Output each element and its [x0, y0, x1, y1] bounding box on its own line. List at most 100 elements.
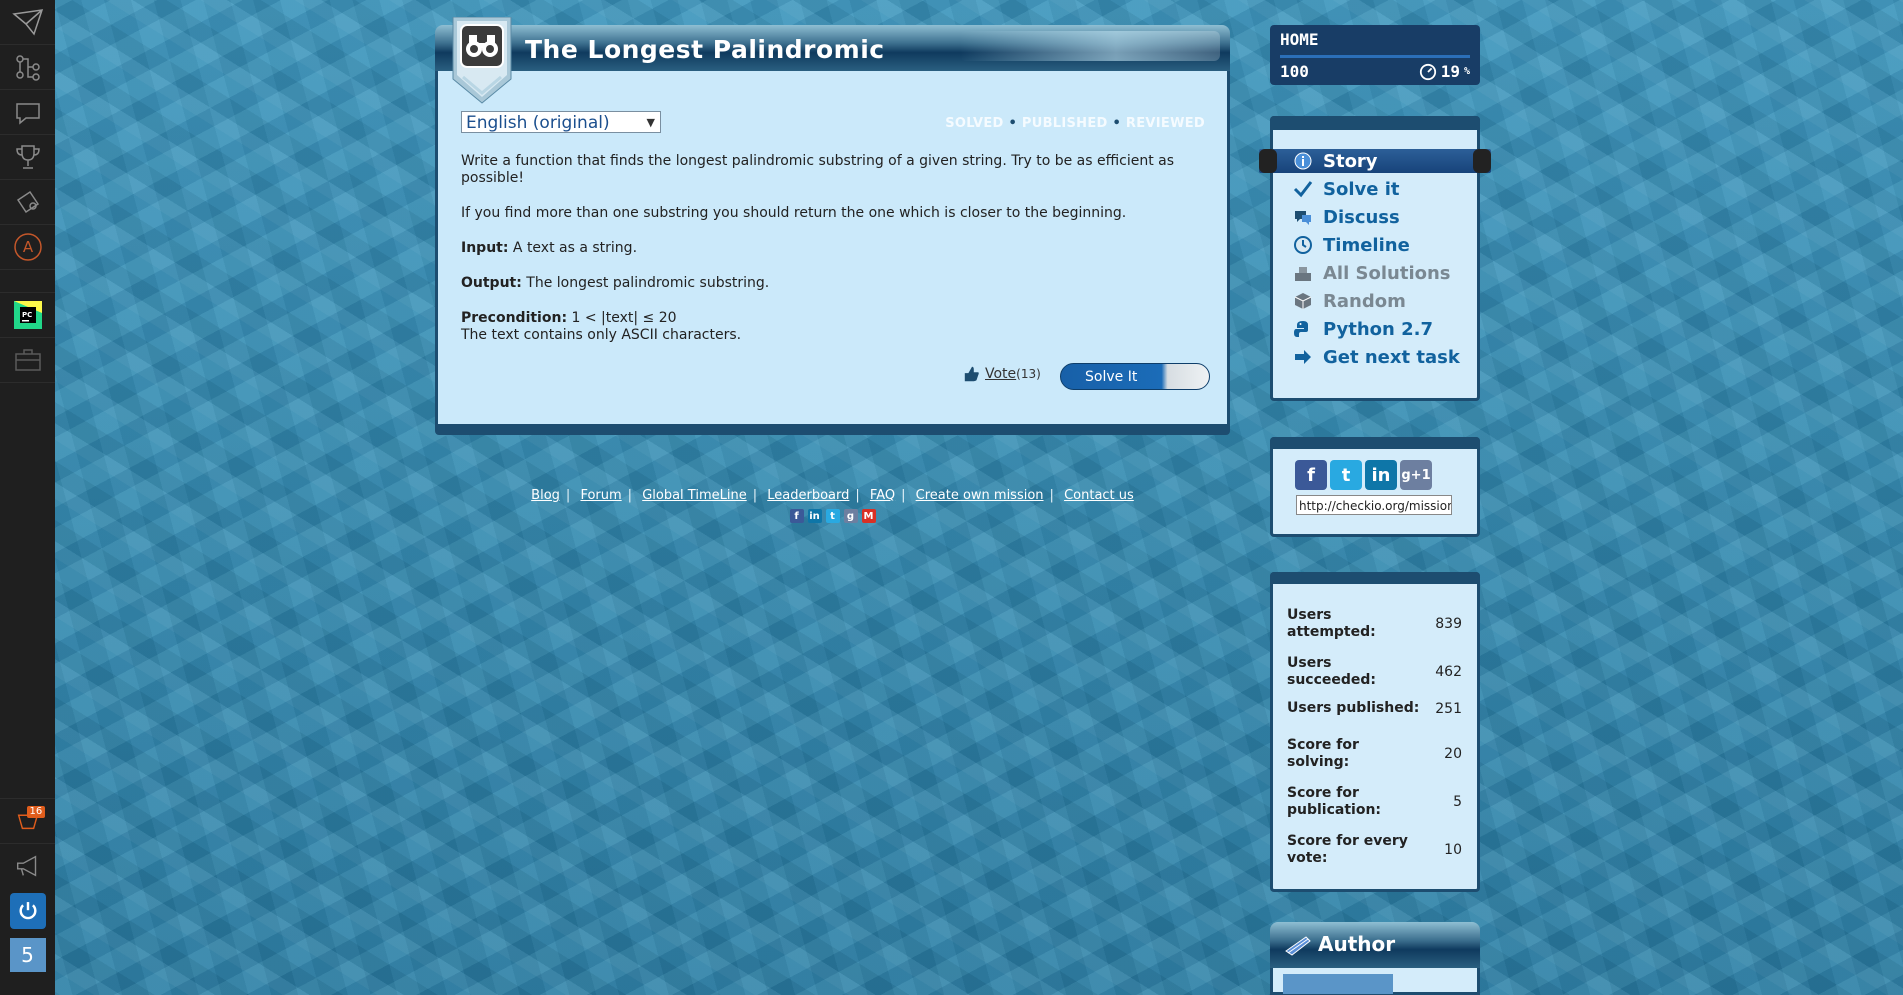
- clock-icon: [1294, 236, 1312, 254]
- footer-link-forum[interactable]: Forum: [580, 488, 621, 503]
- sidebar-item-gamepad[interactable]: [0, 180, 55, 225]
- envelope-logo-icon: [11, 9, 43, 36]
- description-paragraph: Write a function that finds the longest …: [461, 153, 1175, 186]
- sidebar-power-button[interactable]: [0, 890, 55, 932]
- nav-item-python[interactable]: Python 2.7: [1291, 318, 1433, 340]
- mission-nav-panel: Story Solve it Discuss Timeline All Solu…: [1259, 116, 1491, 401]
- stats-panel: Users attempted: 839 Users succeeded: 462 …: [1270, 572, 1480, 892]
- share-twitter-icon[interactable]: t: [1330, 460, 1362, 490]
- status-reviewed: REVIEWED: [1125, 116, 1205, 131]
- sidebar-item-trophy[interactable]: [0, 135, 55, 180]
- counter-value: 5: [9, 938, 46, 972]
- share-buttons: f t in g+1: [1295, 460, 1432, 490]
- mission-content: English (original) ▼ SOLVED • PUBLISHED …: [435, 71, 1230, 427]
- sidebar-spacer: [0, 270, 55, 293]
- pycharm-icon: PC: [13, 301, 42, 329]
- status-published: PUBLISHED: [1021, 116, 1108, 131]
- sidebar-counter[interactable]: 5: [0, 936, 55, 974]
- vote-count: (13): [1016, 367, 1041, 381]
- checkmark-icon: [1293, 181, 1313, 198]
- solve-it-label: Solve It: [1085, 368, 1138, 385]
- nav-item-solve-it[interactable]: Solve it: [1291, 178, 1399, 200]
- mission-panel-bottom: [435, 425, 1230, 435]
- solve-it-button[interactable]: Solve It: [1060, 363, 1210, 390]
- description-paragraph: If you find more than one substring you …: [461, 205, 1127, 221]
- share-panel: f t in g+1 http://checkio.org/mission/: [1270, 437, 1480, 537]
- sidebar-item-notifications[interactable]: 16: [0, 798, 55, 843]
- footer-link-create-mission[interactable]: Create own mission: [916, 488, 1044, 503]
- mission-panel: The Longest Palindromic English (origina…: [435, 17, 1230, 435]
- sidebar-item-briefcase[interactable]: [0, 338, 55, 383]
- mission-status: SOLVED • PUBLISHED • REVIEWED: [945, 116, 1205, 131]
- python-icon: [1294, 321, 1308, 337]
- sidebar-item-chat[interactable]: [0, 90, 55, 135]
- footer-links: Blog | Forum | Global TimeLine | Leaderboar…: [531, 488, 1134, 503]
- footer-link-contact[interactable]: Contact us: [1064, 488, 1134, 503]
- author-avatar[interactable]: [1283, 974, 1393, 994]
- gmail-icon[interactable]: M: [861, 509, 876, 523]
- footer-link-timeline[interactable]: Global TimeLine: [642, 488, 747, 503]
- share-googleplus-icon[interactable]: g+1: [1400, 460, 1432, 490]
- chat-bubble-icon: [15, 103, 40, 125]
- share-linkedin-icon[interactable]: in: [1365, 460, 1397, 490]
- author-feather-icon: [1285, 936, 1311, 956]
- googleplus-icon[interactable]: g: [843, 509, 858, 523]
- svg-text:A: A: [22, 238, 33, 256]
- gamepad-icon: [16, 190, 39, 214]
- nav-item-timeline[interactable]: Timeline: [1291, 234, 1410, 256]
- home-percent: 19%: [1419, 62, 1470, 81]
- discuss-icon: [1295, 211, 1311, 225]
- briefcase-icon: [14, 349, 41, 371]
- author-body: [1270, 968, 1480, 995]
- input-spec: Input: A text as a string.: [461, 240, 638, 256]
- sidebar-item-achievements[interactable]: A: [0, 225, 55, 270]
- nav-item-story[interactable]: Story: [1291, 150, 1378, 172]
- sidebar-logo[interactable]: [0, 0, 55, 45]
- stat-row-published: Users published: 251: [1287, 700, 1462, 717]
- footer-link-faq[interactable]: FAQ: [870, 488, 895, 503]
- twitter-icon[interactable]: t: [825, 509, 840, 523]
- trophy-icon: [15, 145, 40, 169]
- nav-item-random[interactable]: Random: [1291, 290, 1406, 312]
- vote-control[interactable]: Vote (13): [963, 365, 1041, 383]
- a-circle-icon: A: [13, 233, 42, 261]
- mission-title: The Longest Palindromic: [525, 35, 885, 64]
- solutions-icon: [1295, 267, 1311, 281]
- author-title: Author: [1318, 932, 1396, 956]
- share-url-input[interactable]: http://checkio.org/mission/: [1296, 495, 1452, 515]
- notification-badge: 16: [26, 806, 46, 818]
- nav-item-next-task[interactable]: Get next task: [1291, 346, 1460, 368]
- svg-text:PC: PC: [22, 311, 32, 319]
- footer-link-blog[interactable]: Blog: [531, 488, 560, 503]
- stat-row-score-solving: Score for solving: 20: [1287, 737, 1462, 770]
- sidebar-item-tree[interactable]: [0, 45, 55, 90]
- home-score: 100: [1280, 62, 1309, 81]
- nav-item-discuss[interactable]: Discuss: [1291, 206, 1400, 228]
- home-progress-bar: [1280, 55, 1470, 58]
- binoculars-badge-icon: [452, 17, 512, 104]
- footer-social: f in t g M: [435, 509, 1230, 523]
- vote-link[interactable]: Vote: [985, 366, 1016, 382]
- sidebar-item-pycharm[interactable]: PC: [0, 293, 55, 338]
- stat-row-score-publication: Score for publication: 5: [1287, 785, 1462, 818]
- precondition-spec: Precondition: 1 < |text| ≤ 20 The text co…: [461, 310, 742, 343]
- output-spec: Output: The longest palindromic substrin…: [461, 275, 770, 291]
- stat-row-score-vote: Score for every vote: 10: [1287, 833, 1462, 866]
- nav-item-all-solutions[interactable]: All Solutions: [1291, 262, 1451, 284]
- dice-icon: [1294, 293, 1312, 309]
- home-panel[interactable]: HOME 100 19%: [1270, 25, 1480, 85]
- mission-description: Write a function that finds the longest …: [461, 153, 1201, 362]
- gauge-icon: [1419, 63, 1436, 80]
- home-label: HOME: [1280, 30, 1319, 49]
- mission-title-bar: The Longest Palindromic: [435, 25, 1230, 71]
- footer-link-leaderboard[interactable]: Leaderboard: [767, 488, 849, 503]
- dropdown-arrow-icon: ▼: [646, 116, 655, 129]
- sidebar-item-announce[interactable]: [0, 843, 55, 888]
- share-facebook-icon[interactable]: f: [1295, 460, 1327, 490]
- arrow-right-icon: [1295, 350, 1311, 364]
- linkedin-icon[interactable]: in: [807, 509, 822, 523]
- thumbs-up-icon: [964, 366, 979, 382]
- language-select[interactable]: English (original) ▼: [461, 111, 661, 133]
- footer: Blog | Forum | Global TimeLine | Leaderboar…: [435, 488, 1230, 523]
- facebook-icon[interactable]: f: [789, 509, 804, 523]
